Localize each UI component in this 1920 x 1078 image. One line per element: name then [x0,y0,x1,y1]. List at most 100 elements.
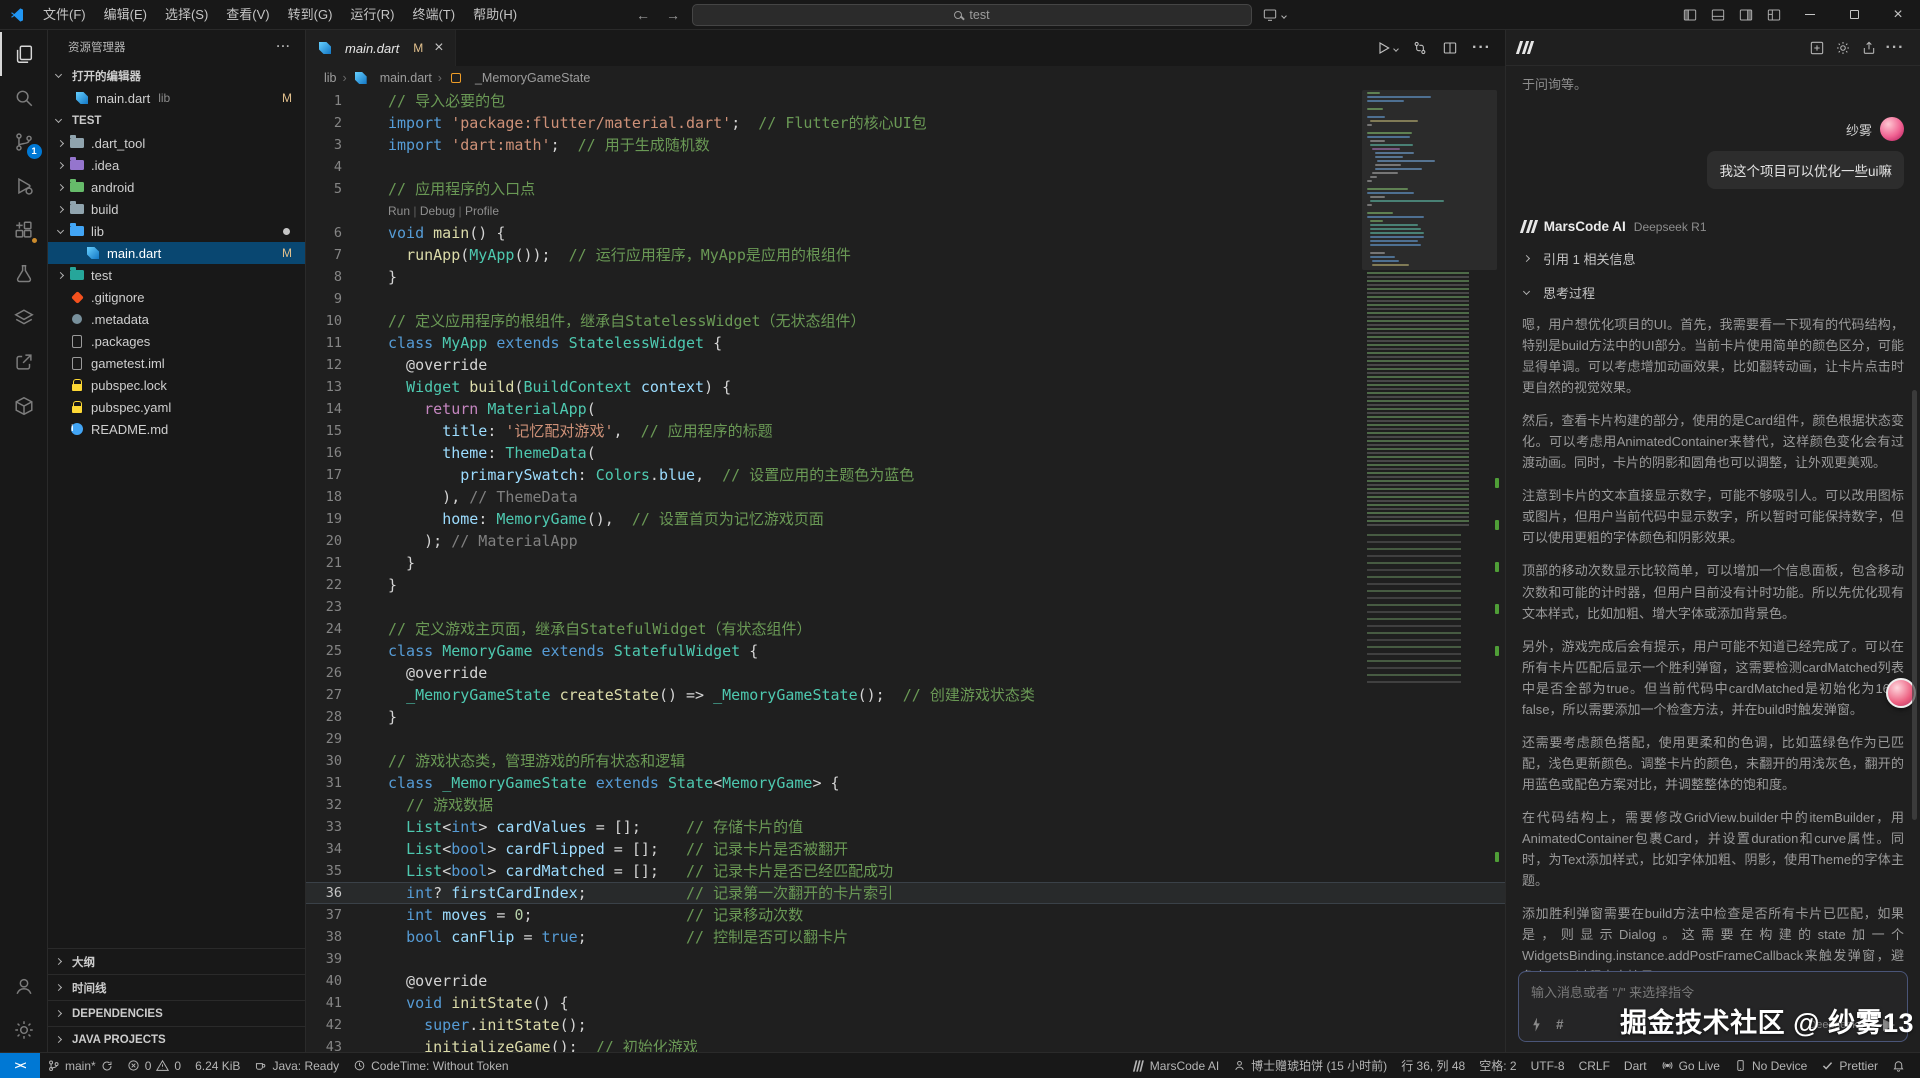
new-chat-icon[interactable] [1804,35,1830,61]
layout-sidebar-left-icon[interactable] [1676,0,1704,30]
split-editor-icon[interactable] [1442,40,1458,56]
test-tab[interactable] [0,252,48,296]
panel-scrollbar[interactable] [1912,390,1917,820]
more-actions-icon[interactable] [1472,39,1491,57]
tree-item-gametest.iml[interactable]: gametest.iml [48,352,305,374]
status-blame-info[interactable]: 博士赠琥珀饼 (15 小时前) [1226,1053,1394,1078]
search-tab[interactable] [0,76,48,120]
status-remote[interactable]: >< [0,1053,40,1078]
tab-main-dart[interactable]: main.dart M [306,30,456,66]
restore-button[interactable] [1832,0,1876,30]
tree-item-main.dart[interactable]: main.dartM [48,242,305,264]
menu-帮助(H)[interactable]: 帮助(H) [464,0,526,30]
status-eol[interactable]: CRLF [1572,1053,1617,1078]
minimize-button[interactable] [1788,0,1832,30]
status-java-status[interactable]: Java: Ready [247,1053,346,1078]
close-button[interactable] [1876,0,1920,30]
tree-item-.idea[interactable]: .idea [48,154,305,176]
sidebar-section-时间线[interactable]: 时间线 [48,974,305,1000]
code-line-19: 19 home: MemoryGame(), // 设置首页为记忆游戏页面 [306,508,1505,530]
section-open-editors[interactable]: 打开的编辑器 [48,64,305,87]
sidebar-more-actions-icon[interactable] [277,41,292,53]
forward-arrow-icon[interactable] [662,7,684,23]
extensions-tab[interactable] [0,208,48,252]
layout-panel-icon[interactable] [1704,0,1732,30]
menu-终端(T)[interactable]: 终端(T) [403,0,464,30]
menu-运行(R)[interactable]: 运行(R) [341,0,403,30]
menu-文件(F)[interactable]: 文件(F) [34,0,95,30]
codelens-debug[interactable]: Debug [420,204,455,218]
breadcrumb-main.dart[interactable]: main.dart [353,71,432,86]
monitor-icon[interactable] [1260,0,1288,30]
status-file-size[interactable]: 6.24 KiB [188,1053,247,1078]
sidebar-section-DEPENDENCIES[interactable]: DEPENDENCIES [48,1000,305,1026]
tree-item-.packages[interactable]: .packages [48,330,305,352]
run-debug-tab[interactable] [0,164,48,208]
close-icon[interactable] [434,39,443,57]
status-codetime[interactable]: CodeTime: Without Token [346,1053,515,1078]
status-go-live[interactable]: Go Live [1654,1053,1727,1078]
status-prettier[interactable]: Prettier [1814,1053,1885,1078]
tree-item-lib[interactable]: lib [48,220,305,242]
menu-查看(V)[interactable]: 查看(V) [217,0,278,30]
status-git-branch[interactable]: main* [40,1053,120,1078]
tree-item-.dart_tool[interactable]: .dart_tool [48,132,305,154]
status-marscode[interactable]: MarsCode AI [1125,1053,1226,1078]
ai-more-actions-icon[interactable] [1882,35,1908,61]
code-editor[interactable]: 1// 导入必要的包2import 'package:flutter/mater… [306,90,1505,1052]
container-tab[interactable] [0,384,48,428]
status-language-mode[interactable]: Dart [1617,1053,1654,1078]
tree-item-build[interactable]: build [48,198,305,220]
menu-转到(G)[interactable]: 转到(G) [279,0,342,30]
tree-item-README.md[interactable]: README.md [48,418,305,440]
tree-item-android[interactable]: android [48,176,305,198]
tree-item-test[interactable]: test [48,264,305,286]
section-project[interactable]: TEST [48,109,305,132]
command-center-search[interactable]: test [692,4,1252,26]
layers-tab[interactable] [0,296,48,340]
layout-customize-icon[interactable] [1760,0,1788,30]
codelens-profile[interactable]: Profile [465,204,499,218]
hash-icon[interactable]: # [1556,1017,1564,1032]
explorer-tab[interactable] [0,32,48,76]
modified-dot [283,228,290,235]
status-indentation[interactable]: 空格: 2 [1472,1053,1523,1078]
open-editor-main.dart[interactable]: main.dartlibM [48,87,305,109]
export-icon[interactable] [1856,35,1882,61]
menu-编辑(E)[interactable]: 编辑(E) [95,0,156,30]
back-arrow-icon[interactable] [632,7,654,23]
run-button[interactable] [1376,40,1398,56]
reference-toggle[interactable]: 引用 1 相关信息 [1522,249,1904,268]
breadcrumb-lib[interactable]: lib [324,71,337,85]
source-control-tab[interactable]: 1 [0,120,48,164]
menu-选择(S)[interactable]: 选择(S) [156,0,217,30]
share-tab[interactable] [0,340,48,384]
tree-item-.metadata[interactable]: .metadata [48,308,305,330]
settings-button[interactable] [0,1008,48,1052]
accounts-button[interactable] [0,964,48,1008]
status-cursor-position[interactable]: 行 36, 列 48 [1394,1053,1472,1078]
status-flutter-device[interactable]: No Device [1727,1053,1814,1078]
minimap[interactable] [1367,92,1489,684]
status-problems[interactable]: 00 [120,1053,188,1078]
scm-badge: 1 [27,144,42,159]
layout-sidebar-right-icon[interactable] [1732,0,1760,30]
ai-settings-gear-icon[interactable] [1830,35,1856,61]
codelens-run[interactable]: Run [388,204,410,218]
sidebar-section-JAVA PROJECTS[interactable]: JAVA PROJECTS [48,1026,305,1052]
tree-item-.gitignore[interactable]: .gitignore [48,286,305,308]
chat-input[interactable]: 输入消息或者 "/" 来选择指令 [1531,982,1895,1001]
status-encoding[interactable]: UTF-8 [1524,1053,1572,1078]
sidebar-section-大纲[interactable]: 大纲 [48,948,305,974]
diff-icon[interactable] [1412,40,1428,56]
thinking-toggle[interactable]: 思考过程 [1522,283,1904,302]
status-notifications[interactable] [1885,1053,1912,1078]
account-icon [13,975,35,997]
tree-item-pubspec.lock[interactable]: pubspec.lock [48,374,305,396]
breadcrumb-_MemoryGameState[interactable]: _MemoryGameState [448,71,590,86]
quick-command-icon[interactable] [1531,1018,1542,1032]
dart-icon [74,91,90,106]
debug-icon [13,175,35,197]
tree-item-pubspec.yaml[interactable]: pubspec.yaml [48,396,305,418]
minimap-slider[interactable] [1362,90,1497,270]
